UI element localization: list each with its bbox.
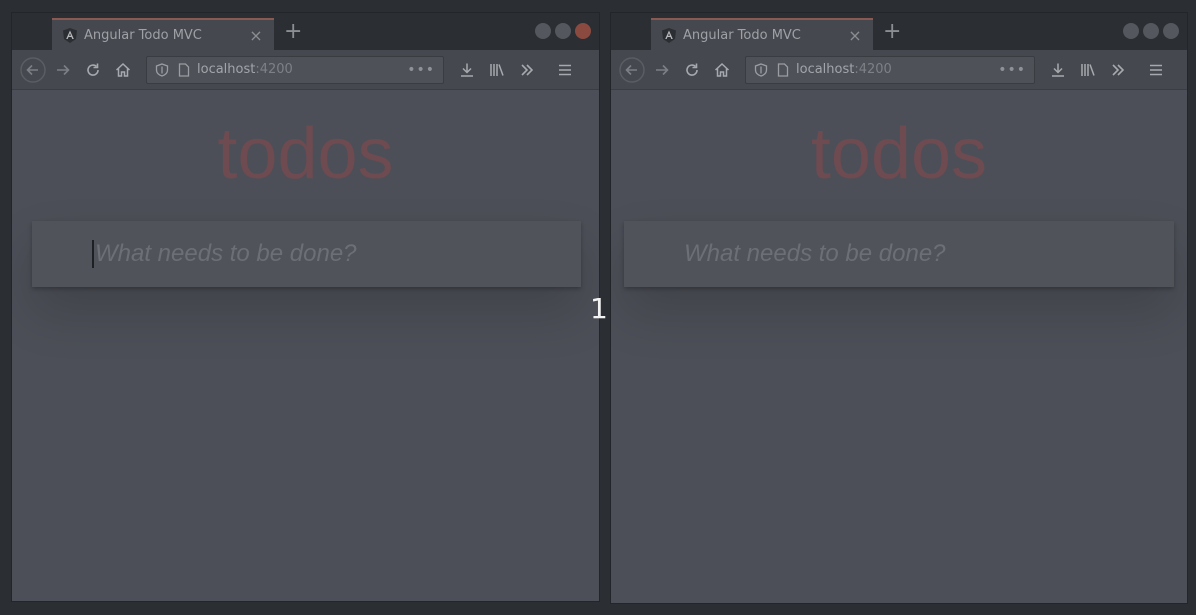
tracking-shield-icon[interactable] bbox=[754, 62, 768, 77]
tab-title: Angular Todo MVC bbox=[683, 27, 801, 43]
hamburger-menu-icon[interactable] bbox=[550, 55, 580, 85]
url-host: localhost bbox=[197, 62, 256, 77]
forward-arrow-icon[interactable] bbox=[647, 55, 677, 85]
back-arrow-icon[interactable] bbox=[18, 55, 48, 85]
page-content: todos What needs to be done? bbox=[12, 90, 599, 601]
page-actions-button[interactable]: ••• bbox=[998, 62, 1026, 78]
home-icon[interactable] bbox=[707, 55, 737, 85]
minimize-button[interactable] bbox=[1123, 23, 1139, 39]
angular-icon bbox=[661, 27, 677, 43]
page-title: todos bbox=[217, 114, 394, 194]
forward-arrow-icon[interactable] bbox=[48, 55, 78, 85]
step-number-label: 1 bbox=[590, 292, 608, 325]
new-tab-button[interactable]: + bbox=[284, 21, 302, 43]
reload-icon[interactable] bbox=[677, 55, 707, 85]
page-actions-button[interactable]: ••• bbox=[407, 62, 435, 78]
new-tab-button[interactable]: + bbox=[883, 21, 901, 43]
new-todo-input[interactable]: What needs to be done? bbox=[684, 221, 1158, 287]
tab-strip: Angular Todo MVC × + bbox=[12, 13, 599, 50]
tab-strip: Angular Todo MVC × + bbox=[611, 13, 1187, 50]
download-icon[interactable] bbox=[1043, 55, 1073, 85]
tab-angular-todo[interactable]: Angular Todo MVC × bbox=[52, 18, 274, 50]
library-icon[interactable] bbox=[482, 55, 512, 85]
page-title: todos bbox=[810, 114, 988, 194]
library-icon[interactable] bbox=[1073, 55, 1103, 85]
text-caret bbox=[92, 240, 94, 268]
new-todo-card: What needs to be done? bbox=[624, 221, 1174, 287]
tab-angular-todo[interactable]: Angular Todo MVC × bbox=[651, 18, 873, 50]
reload-icon[interactable] bbox=[78, 55, 108, 85]
chevron-double-right-icon[interactable] bbox=[1103, 55, 1133, 85]
tab-title: Angular Todo MVC bbox=[84, 27, 202, 43]
navigation-toolbar: localhost:4200 ••• bbox=[611, 50, 1187, 90]
maximize-button[interactable] bbox=[555, 23, 571, 39]
minimize-button[interactable] bbox=[535, 23, 551, 39]
navigation-toolbar: localhost:4200 ••• bbox=[12, 50, 599, 90]
window-controls bbox=[1123, 23, 1179, 39]
close-tab-icon[interactable]: × bbox=[248, 26, 264, 45]
close-window-button[interactable] bbox=[1163, 23, 1179, 39]
hamburger-menu-icon[interactable] bbox=[1141, 55, 1171, 85]
new-todo-input[interactable]: What needs to be done? bbox=[92, 221, 565, 287]
page-content: todos What needs to be done? bbox=[611, 90, 1187, 603]
chevron-double-right-icon[interactable] bbox=[512, 55, 542, 85]
url-bar[interactable]: localhost:4200 ••• bbox=[745, 55, 1035, 84]
page-icon bbox=[177, 62, 191, 77]
download-icon[interactable] bbox=[452, 55, 482, 85]
window-controls bbox=[535, 23, 591, 39]
home-icon[interactable] bbox=[108, 55, 138, 85]
angular-icon bbox=[62, 27, 78, 43]
close-window-button[interactable] bbox=[575, 23, 591, 39]
close-tab-icon[interactable]: × bbox=[847, 26, 863, 45]
url-port: :4200 bbox=[255, 62, 293, 77]
url-host: localhost bbox=[796, 62, 855, 77]
url-bar[interactable]: localhost:4200 ••• bbox=[146, 55, 444, 84]
input-placeholder: What needs to be done? bbox=[684, 240, 946, 267]
back-arrow-icon[interactable] bbox=[617, 55, 647, 85]
input-placeholder: What needs to be done? bbox=[95, 240, 357, 267]
browser-window-left: Angular Todo MVC × + localhost:4200 •••… bbox=[11, 12, 600, 602]
maximize-button[interactable] bbox=[1143, 23, 1159, 39]
tracking-shield-icon[interactable] bbox=[155, 62, 169, 77]
browser-window-right: Angular Todo MVC × + localhost:4200 •••… bbox=[610, 12, 1188, 604]
url-port: :4200 bbox=[854, 62, 892, 77]
page-icon bbox=[776, 62, 790, 77]
new-todo-card: What needs to be done? bbox=[32, 221, 581, 287]
